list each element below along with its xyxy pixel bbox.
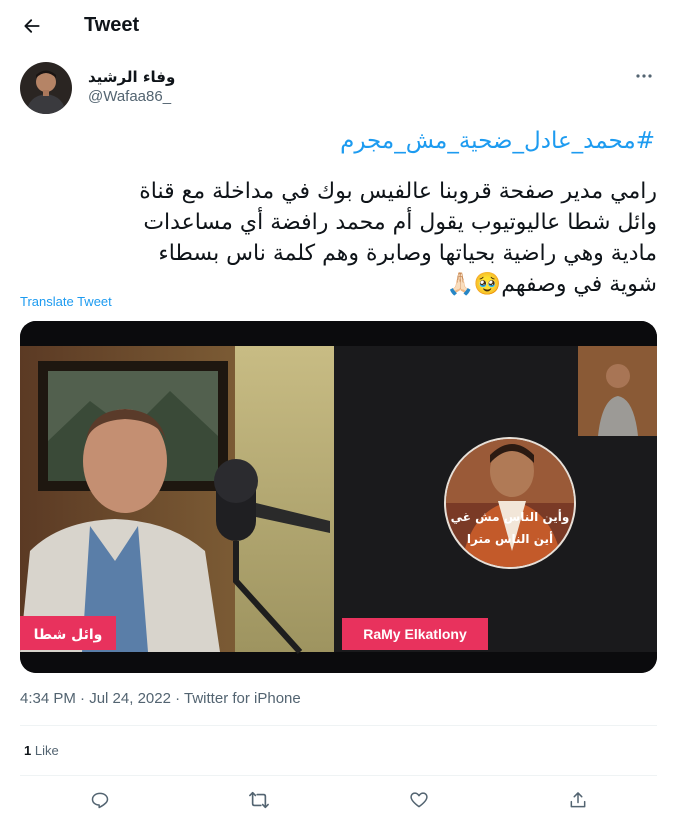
video-frame-image: وائل شطا وأين الناس مش غي أين الناس مترا…	[20, 321, 657, 673]
meta-separator: ·	[75, 690, 90, 707]
share-button[interactable]	[564, 786, 592, 814]
circle-caption: أين الناس مترا	[467, 531, 553, 546]
left-name-tag: وائل شطا	[34, 627, 103, 643]
like-button[interactable]	[405, 786, 433, 814]
translate-tweet-link[interactable]: Translate Tweet	[20, 294, 112, 309]
author-name[interactable]: وفاء الرشيد	[88, 68, 175, 86]
more-horizontal-icon	[636, 74, 652, 78]
tweet-line: رامي مدير صفحة قروبنا عالفيس بوك في مداخ…	[139, 179, 657, 204]
divider	[20, 725, 657, 726]
meta-separator: ·	[170, 690, 185, 707]
tweet-text: رامي مدير صفحة قروبنا عالفيس بوك في مداخ…	[17, 176, 657, 300]
page-title: Tweet	[84, 14, 140, 36]
back-button[interactable]	[16, 10, 48, 42]
tweet-media[interactable]: وائل شطا وأين الناس مش غي أين الناس مترا…	[20, 321, 657, 673]
circle-caption: وأين الناس مش غي	[451, 509, 570, 525]
retweet-button[interactable]	[245, 786, 273, 814]
tweet-meta: 4:34 PM · Jul 24, 2022 · Twitter for iPh…	[20, 690, 301, 707]
share-icon	[570, 792, 586, 808]
tweet-actions	[20, 784, 657, 816]
more-options-button[interactable]	[630, 66, 658, 86]
tweet-line: وائل شطا عاليوتيوب يقول أم محمد رافضة أي…	[143, 210, 657, 235]
tweet-line: شوية في وصفهم🥹🙏🏻	[446, 272, 657, 297]
tweet-date-link[interactable]: Jul 24, 2022	[89, 690, 171, 707]
right-name-tag: RaMy Elkatlony	[363, 626, 467, 642]
arrow-left-icon	[24, 19, 40, 33]
tweet-source-link[interactable]: Twitter for iPhone	[184, 690, 301, 707]
divider	[20, 775, 657, 776]
tweet-line: مادية وهي راضية بحياتها وصابرة وهم كلمة …	[158, 241, 657, 266]
tweet-time-link[interactable]: 4:34 PM	[20, 690, 76, 707]
reply-icon	[91, 792, 109, 809]
likes-count-link[interactable]: 1 Like	[24, 743, 59, 758]
top-bar: Tweet	[0, 0, 679, 52]
author-handle[interactable]: @Wafaa86_	[88, 88, 171, 105]
retweet-icon	[249, 791, 269, 809]
like-label: Like	[31, 743, 59, 758]
hashtag-link[interactable]: #محمد_عادل_ضحية_مش_مجرم	[340, 128, 655, 154]
reply-button[interactable]	[86, 786, 114, 814]
avatar[interactable]	[20, 62, 72, 114]
tweet-author: وفاء الرشيد @Wafaa86_	[20, 62, 660, 114]
heart-icon	[410, 792, 428, 808]
